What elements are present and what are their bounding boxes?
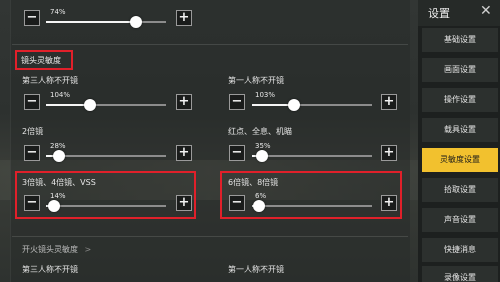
increase-button[interactable]: + [381,145,397,161]
slider-label: 第三人称不开镜 [22,76,78,85]
decrease-button[interactable]: − [24,145,40,161]
slider-knob[interactable] [130,16,142,28]
slider-value: 74% [50,8,66,16]
decrease-button[interactable]: − [24,10,40,26]
increase-button[interactable]: + [176,94,192,110]
sidebar-item-vehicle[interactable]: 载具设置 [422,118,498,142]
sidebar-header: 设置 ✕ [418,0,500,26]
increase-button[interactable]: + [176,195,192,211]
sidebar-item-recording[interactable]: 录像设置 [422,266,498,282]
slider-value: 104% [50,91,71,99]
sidebar-item-controls[interactable]: 操作设置 [422,88,498,112]
slider-knob[interactable] [256,150,268,162]
slider-track[interactable] [46,104,166,106]
section-divider [12,236,408,237]
decrease-button[interactable]: − [24,94,40,110]
increase-button[interactable]: + [381,195,397,211]
decrease-button[interactable]: − [229,195,245,211]
slider-knob[interactable] [48,200,60,212]
section-title-text: 开火镜头灵敏度 [22,245,78,254]
sidebar-item-sensitivity[interactable]: 灵敏度设置 [422,148,498,172]
increase-button[interactable]: + [381,94,397,110]
slider-label: 第一人称不开镜 [228,265,284,274]
settings-panel [10,0,410,282]
slider-value: 35% [255,142,271,150]
section-title: 镜头灵敏度 [21,56,61,65]
slider-value: 6% [255,192,267,200]
slider-label: 6倍镜、8倍镜 [228,178,279,187]
sidebar-item-audio[interactable]: 声音设置 [422,208,498,232]
slider-track[interactable] [252,205,372,207]
slider-label: 2倍镜 [22,127,44,136]
slider-knob[interactable] [84,99,96,111]
sidebar-item-quick-messages[interactable]: 快捷消息 [422,238,498,262]
sidebar-item-pickup[interactable]: 拾取设置 [422,178,498,202]
slider-track[interactable] [252,104,372,106]
slider-label: 第一人称不开镜 [228,76,284,85]
decrease-button[interactable]: − [24,195,40,211]
slider-value: 14% [50,192,66,200]
slider-knob[interactable] [53,150,65,162]
close-icon[interactable]: ✕ [480,3,492,19]
slider-knob[interactable] [253,200,265,212]
decrease-button[interactable]: − [229,94,245,110]
slider-value: 103% [255,91,276,99]
section-divider [12,44,408,45]
increase-button[interactable]: + [176,145,192,161]
slider-knob[interactable] [288,99,300,111]
chevron-right-icon: > [84,245,92,254]
slider-label: 3倍镜、4倍镜、VSS [22,178,96,187]
sidebar-item-graphics[interactable]: 画面设置 [422,58,498,82]
slider-fill [46,21,135,23]
slider-label: 第三人称不开镜 [22,265,78,274]
increase-button[interactable]: + [176,10,192,26]
slider-value: 28% [50,142,66,150]
slider-track[interactable] [252,155,372,157]
section-title: 开火镜头灵敏度 > [22,244,91,255]
slider-label: 红点、全息、机瞄 [228,127,292,136]
slider-track[interactable] [46,21,166,23]
sidebar-title: 设置 [428,7,450,20]
slider-track[interactable] [46,205,166,207]
sidebar-item-basic[interactable]: 基础设置 [422,28,498,52]
decrease-button[interactable]: − [229,145,245,161]
settings-sidebar: 设置 ✕ 基础设置 画面设置 操作设置 载具设置 灵敏度设置 拾取设置 声音设置… [418,0,500,282]
